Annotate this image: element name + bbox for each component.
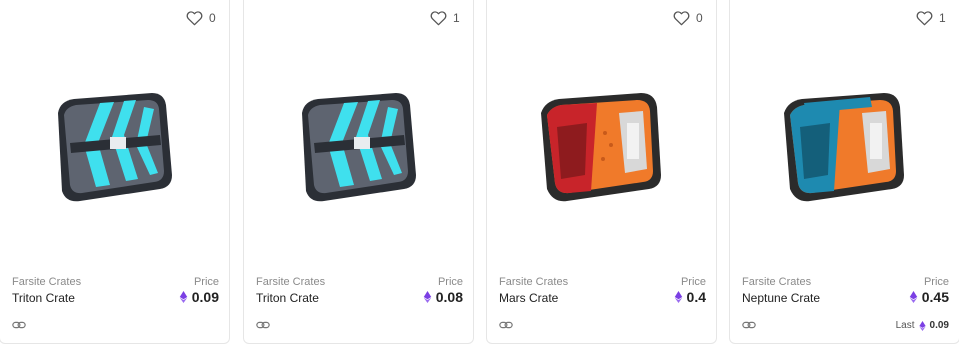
last-sale-value: 0.09: [929, 320, 949, 331]
chain-link-icon[interactable]: [742, 319, 756, 331]
triton-crate-image[interactable]: [284, 83, 434, 213]
ethereum-icon: [909, 291, 917, 303]
chain-link-icon[interactable]: [499, 319, 513, 331]
price-label: Price: [923, 276, 949, 288]
collection-name: Farsite Crates: [12, 276, 82, 288]
heart-icon: [430, 11, 447, 26]
heart-icon: [673, 11, 690, 26]
heart-icon: [916, 11, 933, 26]
collection-name: Farsite Crates: [742, 276, 812, 288]
price-value: 0.4: [686, 289, 706, 305]
last-sale: Last 0.09: [896, 320, 949, 331]
heart-icon: [186, 11, 203, 26]
price-label: Price: [437, 276, 463, 288]
like-count: 1: [939, 11, 946, 25]
ethereum-icon: [423, 291, 431, 303]
neptune-crate-image[interactable]: [770, 83, 920, 213]
like-button[interactable]: 0: [186, 10, 217, 26]
collection-name: Farsite Crates: [256, 276, 326, 288]
nft-card[interactable]: 0 Farsite Crates Mars Crate Price 0.4: [486, 0, 717, 344]
price-value: 0.08: [435, 289, 463, 305]
last-sale-label: Last: [895, 320, 915, 331]
price-value: 0.45: [921, 289, 949, 305]
like-count: 1: [453, 11, 460, 25]
collection-name: Farsite Crates: [499, 276, 569, 288]
price-label: Price: [680, 276, 706, 288]
like-button[interactable]: 1: [430, 10, 461, 26]
like-button[interactable]: 0: [673, 10, 704, 26]
ethereum-icon: [918, 320, 926, 331]
item-name[interactable]: Mars Crate: [499, 291, 558, 305]
price: 0.45: [909, 289, 949, 305]
price-label: Price: [193, 276, 219, 288]
nft-card[interactable]: 1 Farsite Crates Triton Crate Price 0.08: [243, 0, 474, 344]
like-count: 0: [209, 11, 216, 25]
item-name[interactable]: Triton Crate: [256, 291, 319, 305]
price: 0.4: [674, 289, 706, 305]
triton-crate-image[interactable]: [40, 83, 190, 213]
like-button[interactable]: 1: [916, 10, 947, 26]
nft-card-grid: 0 Farsite Crates Triton Crate Price 0.09: [0, 0, 959, 352]
nft-card[interactable]: 0 Farsite Crates Triton Crate Price 0.09: [0, 0, 230, 344]
price-value: 0.09: [191, 289, 219, 305]
ethereum-icon: [674, 291, 682, 303]
chain-link-icon[interactable]: [12, 319, 26, 331]
mars-crate-image[interactable]: [527, 83, 677, 213]
price: 0.09: [179, 289, 219, 305]
nft-card[interactable]: 1 Farsite Crates Neptune Crate Price 0.4…: [729, 0, 959, 344]
like-count: 0: [696, 11, 703, 25]
ethereum-icon: [179, 291, 187, 303]
item-name[interactable]: Neptune Crate: [742, 291, 820, 305]
price: 0.08: [423, 289, 463, 305]
chain-link-icon[interactable]: [256, 319, 270, 331]
item-name[interactable]: Triton Crate: [12, 291, 75, 305]
